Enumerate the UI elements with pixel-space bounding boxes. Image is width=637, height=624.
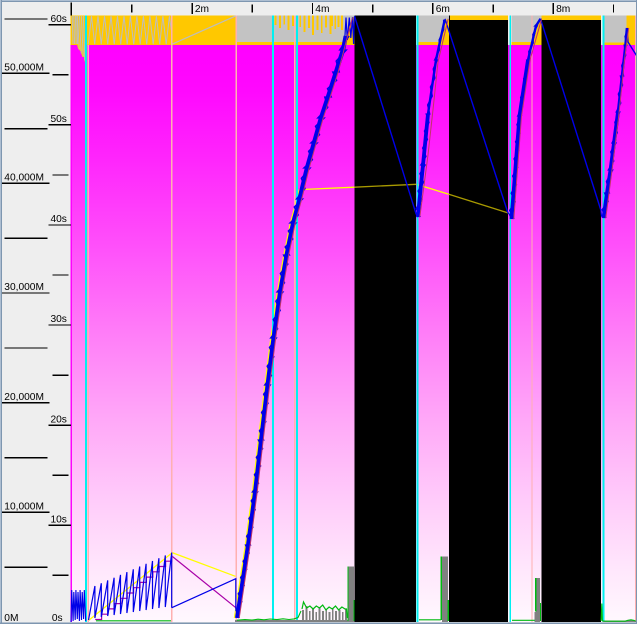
svg-text:50s: 50s	[50, 114, 66, 125]
svg-text:4m: 4m	[315, 4, 329, 15]
svg-text:2m: 2m	[195, 4, 209, 15]
svg-text:20s: 20s	[50, 414, 66, 425]
svg-text:30,000M: 30,000M	[4, 282, 44, 293]
svg-text:50,000M: 50,000M	[4, 63, 44, 74]
svg-text:8m: 8m	[556, 4, 570, 15]
svg-text:20,000M: 20,000M	[4, 392, 44, 403]
svg-text:10s: 10s	[50, 514, 66, 525]
svg-text:30s: 30s	[50, 314, 66, 325]
svg-text:10,000M: 10,000M	[4, 502, 44, 513]
svg-text:40s: 40s	[50, 214, 66, 225]
svg-text:40,000M: 40,000M	[4, 172, 44, 183]
svg-text:6m: 6m	[436, 4, 450, 15]
svg-text:60s: 60s	[50, 14, 66, 25]
